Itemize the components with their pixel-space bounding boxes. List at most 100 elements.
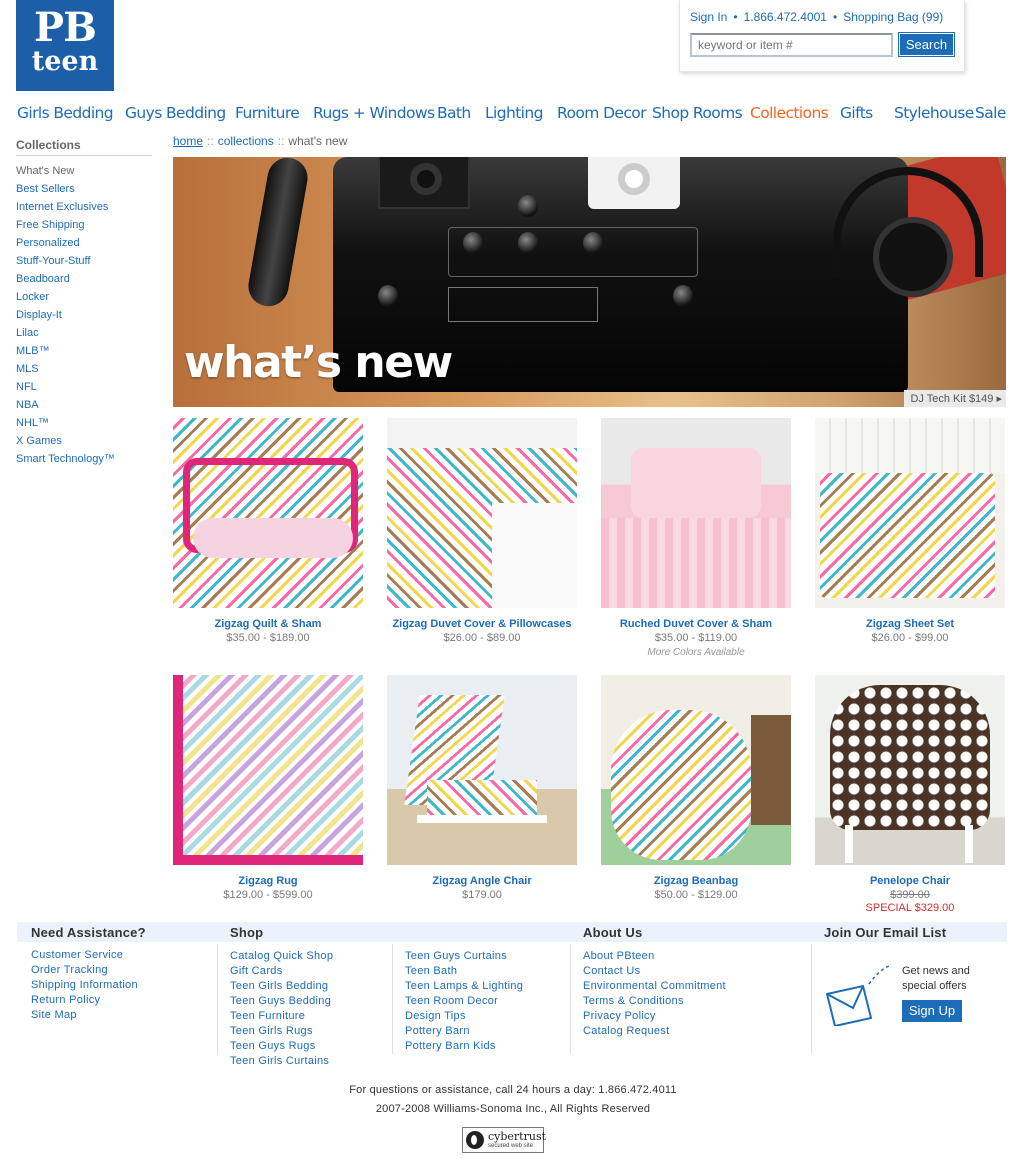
product-name[interactable]: Zigzag Quilt & Sham xyxy=(173,618,363,630)
footer-link-teen-girls-rugs[interactable]: Teen Girls Rugs xyxy=(230,1024,333,1039)
sidebar-item-display-it[interactable]: Display-It xyxy=(16,306,152,324)
breadcrumb-home[interactable]: home xyxy=(173,134,203,148)
product-name[interactable]: Zigzag Beanbag xyxy=(601,875,791,887)
footer-link-privacy-policy[interactable]: Privacy Policy xyxy=(583,1009,726,1024)
sidebar-item-nfl[interactable]: NFL xyxy=(16,378,152,396)
sidebar-item-nhl[interactable]: NHL™ xyxy=(16,414,152,432)
cybertrust-badge[interactable]: cybertrust secured web site xyxy=(462,1127,546,1153)
sign-in-link[interactable]: Sign In xyxy=(690,10,727,24)
product-name[interactable]: Zigzag Duvet Cover & Pillowcases xyxy=(387,618,577,630)
footer-link-order-tracking[interactable]: Order Tracking xyxy=(31,963,138,978)
logo-line-2: teen xyxy=(31,46,99,77)
sidebar-item-personalized[interactable]: Personalized xyxy=(16,234,152,252)
product-image-zigzag-beanbag[interactable] xyxy=(601,675,791,865)
nav-girls-bedding[interactable]: Girls Bedding xyxy=(17,104,114,122)
footer-link-customer-service[interactable]: Customer Service xyxy=(31,948,138,963)
footer-link-environmental-commitment[interactable]: Environmental Commitment xyxy=(583,979,726,994)
nav-bath[interactable]: Bath xyxy=(437,104,471,122)
nav-stylehouse[interactable]: Stylehouse xyxy=(894,104,974,122)
footer-link-contact-us[interactable]: Contact Us xyxy=(583,964,726,979)
sidebar-item-mlb[interactable]: MLB™ xyxy=(16,342,152,360)
product-name[interactable]: Zigzag Angle Chair xyxy=(387,875,577,887)
product-card[interactable]: Zigzag Quilt & Sham $35.00 - $189.00 xyxy=(173,418,363,644)
sidebar-item-x-games[interactable]: X Games xyxy=(16,432,152,450)
product-image-zigzag-quilt[interactable] xyxy=(173,418,363,608)
nav-room-decor[interactable]: Room Decor xyxy=(557,104,647,122)
footer-link-terms-conditions[interactable]: Terms & Conditions xyxy=(583,994,726,1009)
product-image-zigzag-sheet-set[interactable] xyxy=(815,418,1005,608)
search-button[interactable]: Search xyxy=(898,32,955,57)
footer-link-gift-cards[interactable]: Gift Cards xyxy=(230,964,333,979)
nav-collections[interactable]: Collections xyxy=(750,104,829,122)
footer-link-design-tips[interactable]: Design Tips xyxy=(405,1009,523,1024)
ipod-white-image xyxy=(588,157,680,209)
nav-lighting[interactable]: Lighting xyxy=(485,104,543,122)
sidebar-item-internet-exclusives[interactable]: Internet Exclusives xyxy=(16,198,152,216)
footer-link-shipping-information[interactable]: Shipping Information xyxy=(31,978,138,993)
footer-link-teen-lamps-lighting[interactable]: Teen Lamps & Lighting xyxy=(405,979,523,994)
knob-icon xyxy=(673,285,693,307)
product-image-zigzag-angle-chair[interactable] xyxy=(387,675,577,865)
footer-link-teen-girls-curtains[interactable]: Teen Girls Curtains xyxy=(230,1054,333,1069)
footer-link-teen-girls-bedding[interactable]: Teen Girls Bedding xyxy=(230,979,333,994)
sidebar-item-locker[interactable]: Locker xyxy=(16,288,152,306)
nav-gifts[interactable]: Gifts xyxy=(840,104,873,122)
product-card[interactable]: Zigzag Rug $129.00 - $599.00 xyxy=(173,675,363,901)
footer-shop-links-1: Catalog Quick Shop Gift Cards Teen Girls… xyxy=(230,949,333,1069)
footer-link-catalog-quick-shop[interactable]: Catalog Quick Shop xyxy=(230,949,333,964)
footer-link-pottery-barn[interactable]: Pottery Barn xyxy=(405,1024,523,1039)
footer-link-teen-guys-bedding[interactable]: Teen Guys Bedding xyxy=(230,994,333,1009)
product-card[interactable]: Penelope Chair $399.00 SPECIAL $329.00 xyxy=(815,675,1005,914)
nav-furniture[interactable]: Furniture xyxy=(235,104,300,122)
footer-link-teen-room-decor[interactable]: Teen Room Decor xyxy=(405,994,523,1009)
footer-link-teen-guys-rugs[interactable]: Teen Guys Rugs xyxy=(230,1039,333,1054)
pbteen-logo[interactable]: PB teen xyxy=(16,0,114,91)
sidebar-item-lilac[interactable]: Lilac xyxy=(16,324,152,342)
footer-link-pottery-barn-kids[interactable]: Pottery Barn Kids xyxy=(405,1039,523,1054)
hero-banner[interactable]: what’s new DJ Tech Kit $149 ▸ xyxy=(173,157,1006,407)
product-card[interactable]: Zigzag Sheet Set $26.00 - $99.00 xyxy=(815,418,1005,644)
footer-link-about-pbteen[interactable]: About PBteen xyxy=(583,949,726,964)
sidebar-item-stuff-your-stuff[interactable]: Stuff-Your-Stuff xyxy=(16,252,152,270)
product-name[interactable]: Zigzag Rug xyxy=(173,875,363,887)
sidebar-item-mls[interactable]: MLS xyxy=(16,360,152,378)
hero-product-tag[interactable]: DJ Tech Kit $149 ▸ xyxy=(904,390,1006,407)
sidebar-item-best-sellers[interactable]: Best Sellers xyxy=(16,180,152,198)
product-name[interactable]: Zigzag Sheet Set xyxy=(815,618,1005,630)
product-name[interactable]: Ruched Duvet Cover & Sham xyxy=(601,618,791,630)
sidebar-item-smart-technology[interactable]: Smart Technology™ xyxy=(16,450,152,468)
footer-link-return-policy[interactable]: Return Policy xyxy=(31,993,138,1008)
product-image-zigzag-duvet[interactable] xyxy=(387,418,577,608)
breadcrumb-collections[interactable]: collections xyxy=(218,134,274,148)
product-image-zigzag-rug[interactable] xyxy=(173,675,363,865)
breadcrumb-separator: :: xyxy=(277,134,285,148)
email-sign-up-button[interactable]: Sign Up xyxy=(902,1000,962,1022)
nav-shop-rooms[interactable]: Shop Rooms xyxy=(652,104,743,122)
nav-guys-bedding[interactable]: Guys Bedding xyxy=(125,104,226,122)
sidebar-item-free-shipping[interactable]: Free Shipping xyxy=(16,216,152,234)
product-card[interactable]: Zigzag Duvet Cover & Pillowcases $26.00 … xyxy=(387,418,577,644)
product-image-ruched-duvet[interactable] xyxy=(601,418,791,608)
footer-link-site-map[interactable]: Site Map xyxy=(31,1008,138,1023)
footer-link-teen-bath[interactable]: Teen Bath xyxy=(405,964,523,979)
footer-link-teen-guys-curtains[interactable]: Teen Guys Curtains xyxy=(405,949,523,964)
sidebar-item-beadboard[interactable]: Beadboard xyxy=(16,270,152,288)
knob-icon xyxy=(463,232,483,254)
footer-link-catalog-request[interactable]: Catalog Request xyxy=(583,1024,726,1039)
product-name[interactable]: Penelope Chair xyxy=(815,875,1005,887)
product-card[interactable]: Zigzag Beanbag $50.00 - $129.00 xyxy=(601,675,791,901)
product-image-penelope-chair[interactable] xyxy=(815,675,1005,865)
nav-rugs-windows[interactable]: Rugs + Windows xyxy=(313,104,435,122)
product-card[interactable]: Ruched Duvet Cover & Sham $35.00 - $119.… xyxy=(601,418,791,658)
breadcrumb: home:: collections:: what's new xyxy=(173,134,347,148)
nav-sale[interactable]: Sale xyxy=(975,104,1006,122)
knob-icon xyxy=(518,195,538,217)
footer-divider xyxy=(217,944,218,1054)
sidebar-item-whats-new[interactable]: What's New xyxy=(16,162,152,180)
product-card[interactable]: Zigzag Angle Chair $179.00 xyxy=(387,675,577,901)
footer-link-teen-furniture[interactable]: Teen Furniture xyxy=(230,1009,333,1024)
search-input[interactable] xyxy=(690,33,893,57)
sidebar-item-nba[interactable]: NBA xyxy=(16,396,152,414)
shopping-bag-link[interactable]: Shopping Bag (99) xyxy=(843,10,943,24)
product-price: $35.00 - $189.00 xyxy=(226,632,310,644)
